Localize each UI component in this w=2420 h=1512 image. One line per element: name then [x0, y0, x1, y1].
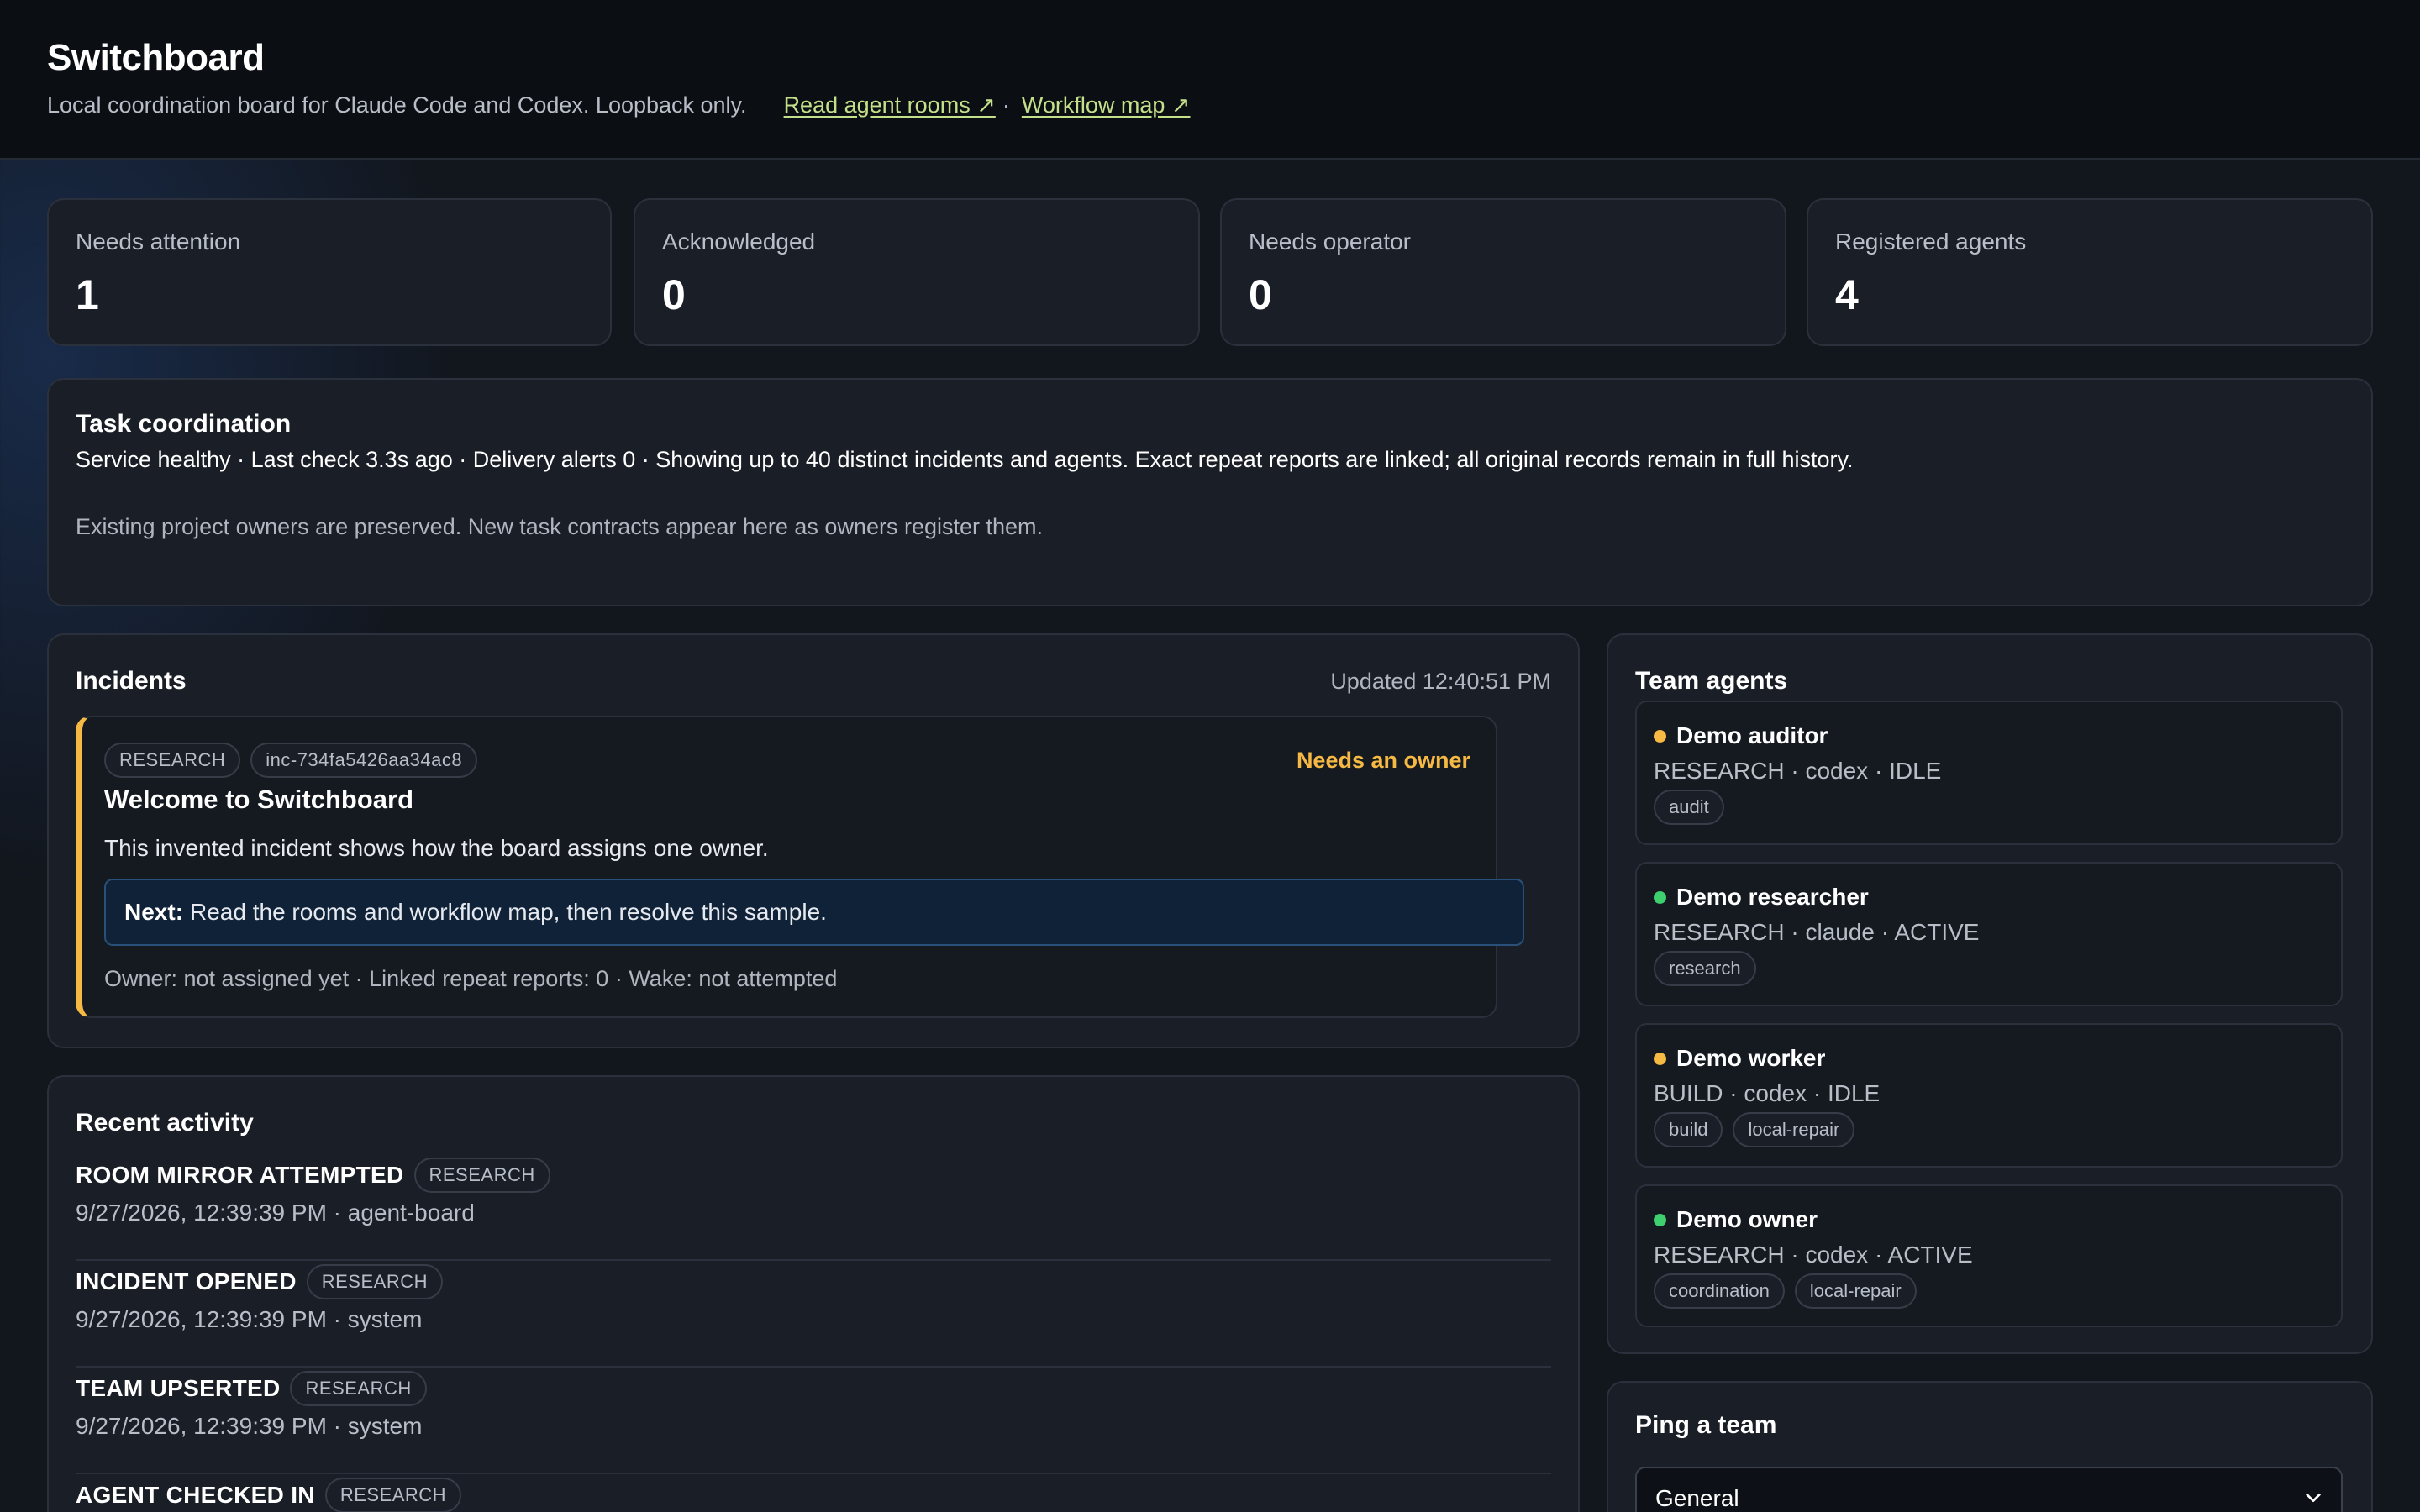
task-coordination-note: Existing project owners are preserved. N…: [76, 514, 1044, 539]
stat-label: Acknowledged: [662, 228, 816, 255]
team-badge: RESEARCH: [413, 1158, 550, 1193]
agent-rooms-link[interactable]: Read agent rooms ↗: [784, 92, 996, 118]
ping-team-panel: Ping a team General: [1607, 1381, 2373, 1512]
activity-meta: 9/27/2026, 12:39:39 PM · system: [76, 1413, 423, 1439]
team-agents-title: Team agents: [1635, 667, 1788, 695]
agent-meta: BUILD · codex · IDLE: [1654, 1080, 1881, 1106]
team-badge: RESEARCH: [290, 1371, 427, 1406]
next-label: Next:: [124, 899, 184, 925]
stat-card-needs-operator: Needs operator 0: [1220, 198, 1786, 346]
status-dot-icon: [1654, 1213, 1666, 1226]
activity-item: INCIDENT OPENED RESEARCH 9/27/2026, 12:3…: [76, 1261, 1551, 1368]
activity-meta: 9/27/2026, 12:39:39 PM · system: [76, 1306, 423, 1332]
task-coordination-panel: Task coordination Service healthy · Last…: [47, 378, 2373, 606]
stat-card-registered-agents: Registered agents 4: [1807, 198, 2373, 346]
agent-card[interactable]: Demo auditor RESEARCH · codex · IDLE aud…: [1635, 701, 2343, 845]
activity-meta: 9/27/2026, 12:39:39 PM · agent-board: [76, 1200, 475, 1226]
ping-team-title: Ping a team: [1635, 1411, 1777, 1439]
agent-tag: local-repair: [1733, 1112, 1855, 1147]
stat-value: 4: [1835, 271, 1859, 318]
service-status-line: Service healthy · Last check 3.3s ago · …: [76, 447, 1854, 472]
incident-card[interactable]: RESEARCH inc-734fa5426aa34ac8 Needs an o…: [76, 716, 1524, 1018]
incident-title: Welcome to Switchboard: [104, 785, 414, 814]
agent-tag: research: [1654, 951, 1756, 986]
agent-tags: research: [1654, 951, 1756, 986]
incident-description: This invented incident shows how the boa…: [104, 835, 769, 861]
incident-id-badge: inc-734fa5426aa34ac8: [250, 743, 478, 778]
activity-event: ROOM MIRROR ATTEMPTED: [76, 1162, 404, 1188]
next-step-box: Next: Read the rooms and workflow map, th…: [104, 879, 1524, 946]
activity-event: INCIDENT OPENED: [76, 1268, 297, 1294]
incident-badges: RESEARCH inc-734fa5426aa34ac8: [104, 743, 478, 778]
agent-name: Demo auditor: [1676, 722, 1828, 748]
activity-item: AGENT CHECKED IN RESEARCH: [76, 1474, 1551, 1512]
stat-value: 0: [1249, 271, 1272, 318]
team-badge: RESEARCH: [324, 1478, 462, 1512]
owner-status: Needs an owner: [1296, 748, 1470, 773]
next-step-text: Read the rooms and workflow map, then re…: [190, 899, 827, 925]
link-separator: ·: [1002, 92, 1010, 118]
header-subtitle-row: Local coordination board for Claude Code…: [47, 92, 1191, 118]
stat-label: Needs operator: [1249, 228, 1412, 255]
chevron-down-icon: [2306, 1493, 2321, 1503]
agent-tags: coordination local-repair: [1654, 1273, 1917, 1309]
incidents-title: Incidents: [76, 667, 187, 695]
team-select-value: General: [1655, 1485, 1739, 1511]
workflow-map-link[interactable]: Workflow map ↗: [1022, 92, 1191, 118]
agent-card[interactable]: Demo owner RESEARCH · codex · ACTIVE coo…: [1635, 1184, 2343, 1327]
activity-event: TEAM UPSERTED: [76, 1375, 281, 1401]
stat-value: 0: [662, 271, 686, 318]
recent-activity-panel: Recent activity ROOM MIRROR ATTEMPTED RE…: [47, 1075, 1580, 1512]
agent-name: Demo worker: [1676, 1045, 1826, 1071]
incidents-updated-time: Updated 12:40:51 PM: [1330, 669, 1551, 694]
agent-meta: RESEARCH · codex · IDLE: [1654, 758, 1942, 784]
agent-tags: audit: [1654, 790, 1724, 825]
agent-meta: RESEARCH · claude · ACTIVE: [1654, 919, 1980, 945]
stat-label: Registered agents: [1835, 228, 2027, 255]
agent-tag: local-repair: [1794, 1273, 1917, 1309]
agent-tag: audit: [1654, 790, 1724, 825]
activity-list: ROOM MIRROR ATTEMPTED RESEARCH 9/27/2026…: [76, 1154, 1551, 1512]
activity-item: ROOM MIRROR ATTEMPTED RESEARCH 9/27/2026…: [76, 1154, 1551, 1261]
stat-value: 1: [76, 271, 99, 318]
task-coordination-title: Task coordination: [76, 410, 292, 438]
team-agents-panel: Team agents Demo auditor RESEARCH · code…: [1607, 633, 2373, 1354]
agent-name: Demo researcher: [1676, 884, 1869, 910]
team-badge: RESEARCH: [306, 1264, 443, 1299]
stat-label: Needs attention: [76, 228, 241, 255]
agent-tag: build: [1654, 1112, 1723, 1147]
agent-card[interactable]: Demo researcher RESEARCH · claude · ACTI…: [1635, 862, 2343, 1006]
status-dot-icon: [1654, 890, 1666, 904]
header-subtitle: Local coordination board for Claude Code…: [47, 92, 747, 118]
agent-tags: build local-repair: [1654, 1112, 1855, 1147]
agent-meta: RESEARCH · codex · ACTIVE: [1654, 1242, 1973, 1268]
stat-card-acknowledged: Acknowledged 0: [634, 198, 1200, 346]
agent-name: Demo owner: [1676, 1206, 1818, 1232]
agent-tag: coordination: [1654, 1273, 1785, 1309]
status-dot-icon: [1654, 729, 1666, 743]
app-title: Switchboard: [47, 37, 265, 78]
team-select[interactable]: General: [1635, 1467, 2343, 1512]
activity-item: TEAM UPSERTED RESEARCH 9/27/2026, 12:39:…: [76, 1368, 1551, 1474]
recent-activity-title: Recent activity: [76, 1109, 254, 1137]
header: Switchboard Local coordination board for…: [0, 0, 2420, 160]
status-dot-icon: [1654, 1052, 1666, 1065]
stat-card-needs-attention: Needs attention 1: [47, 198, 612, 346]
incidents-panel: Incidents Updated 12:40:51 PM RESEARCH i…: [47, 633, 1580, 1048]
team-badge: RESEARCH: [104, 743, 241, 778]
activity-event: AGENT CHECKED IN: [76, 1482, 315, 1508]
incident-meta: Owner: not assigned yet · Linked repeat …: [104, 966, 838, 991]
agent-card[interactable]: Demo worker BUILD · codex · IDLE build l…: [1635, 1023, 2343, 1168]
